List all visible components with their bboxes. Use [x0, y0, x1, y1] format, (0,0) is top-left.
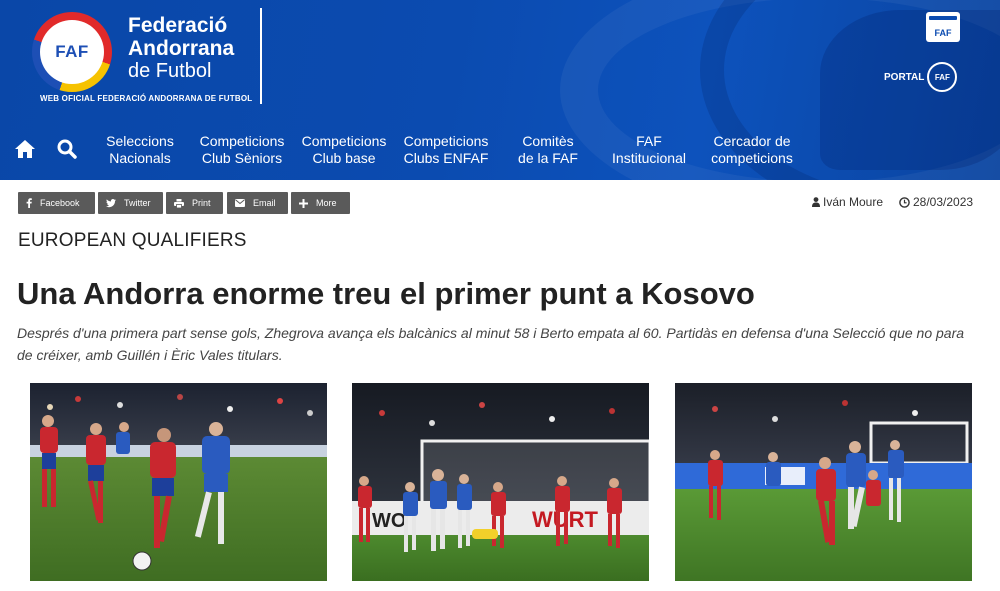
- logo-text: FAF: [55, 42, 89, 61]
- nav-line: Seleccions: [106, 133, 174, 149]
- main-nav: Seleccions Nacionals Competicions Club S…: [0, 124, 1000, 176]
- share-label: Print: [192, 198, 211, 208]
- email-icon: [235, 199, 245, 207]
- share-label: Facebook: [40, 198, 80, 208]
- nav-line: Club base: [312, 150, 376, 166]
- share-label: Twitter: [124, 198, 151, 208]
- facebook-icon: [26, 198, 32, 208]
- home-icon[interactable]: [14, 138, 36, 160]
- brand-subtitle: WEB OFICIAL FEDERACIÓ ANDORRANA DE FUTBO…: [40, 94, 253, 103]
- share-print-button[interactable]: Print: [166, 192, 223, 214]
- nav-line: Institucional: [612, 150, 686, 166]
- nav-line: Clubs ENFAF: [403, 150, 489, 166]
- ad-board-text: WO: [372, 510, 406, 532]
- brand-line: de Futbol: [128, 60, 212, 82]
- plus-icon: [299, 198, 308, 208]
- user-icon: [812, 197, 820, 207]
- article-date: 28/03/2023: [899, 195, 973, 209]
- nav-line: Comitès: [522, 133, 574, 149]
- article-title: Una Andorra enorme treu el primer punt a…: [17, 276, 755, 311]
- portal-badge: FAF: [927, 62, 958, 92]
- article-photo[interactable]: [675, 383, 972, 581]
- faf-logo[interactable]: FAF: [32, 12, 112, 92]
- share-label: More: [316, 198, 337, 208]
- nav-comites-faf[interactable]: Comitès de la FAF: [512, 133, 584, 167]
- nav-line: FAF: [636, 133, 662, 149]
- nav-seleccions-nacionals[interactable]: Seleccions Nacionals: [104, 133, 176, 167]
- nav-competicions-club-seniors[interactable]: Competicions Club Sèniors: [196, 133, 288, 167]
- nav-line: Cercador de: [713, 133, 791, 149]
- share-facebook-button[interactable]: Facebook: [18, 192, 95, 214]
- portal-label: PORTAL: [884, 71, 925, 83]
- article-photo[interactable]: [30, 383, 327, 581]
- portal-faf-link[interactable]: PORTAL FAF: [884, 62, 958, 92]
- nav-line: Competicions: [403, 133, 489, 149]
- share-label: Email: [253, 198, 276, 208]
- author-name: Iván Moure: [823, 195, 884, 209]
- brand-line: Andorrana: [128, 37, 235, 60]
- section-label: EUROPEAN QUALIFIERS: [18, 230, 247, 251]
- faf-button-label: FAF: [934, 28, 952, 38]
- share-more-button[interactable]: More: [291, 192, 350, 214]
- brand-name[interactable]: Federació Andorrana de Futbol: [128, 14, 234, 83]
- nav-line: Club Sèniors: [201, 150, 283, 166]
- site-header: FAF Federació Andorrana de Futbol WEB OF…: [0, 0, 1000, 180]
- brand-divider: [260, 8, 262, 104]
- share-email-button[interactable]: Email: [227, 192, 288, 214]
- nav-competicions-club-base[interactable]: Competicions Club base: [298, 133, 390, 167]
- nav-line: Competicions: [199, 133, 285, 149]
- clock-icon: [899, 196, 910, 208]
- nav-faf-institucional[interactable]: FAF Institucional: [606, 133, 692, 167]
- nav-line: de la FAF: [518, 150, 578, 166]
- date-text: 28/03/2023: [913, 195, 974, 209]
- article-lede: Després d'una primera part sense gols, Z…: [17, 325, 965, 363]
- faf-button[interactable]: FAF: [926, 12, 960, 42]
- nav-line: Competicions: [301, 133, 387, 149]
- nav-line: Nacionals: [109, 150, 171, 166]
- article-photo[interactable]: WÜRT WO: [352, 383, 649, 581]
- share-twitter-button[interactable]: Twitter: [98, 192, 163, 214]
- nav-competicions-clubs-enfaf[interactable]: Competicions Clubs ENFAF: [400, 133, 492, 167]
- print-icon: [174, 198, 184, 208]
- nav-line: competicions: [711, 150, 793, 166]
- nav-cercador-competicions[interactable]: Cercador de competicions: [706, 133, 798, 167]
- brand-line: Federació: [128, 14, 228, 37]
- article-author: Iván Moure: [812, 195, 883, 209]
- twitter-icon: [106, 198, 116, 207]
- search-icon[interactable]: [56, 138, 78, 160]
